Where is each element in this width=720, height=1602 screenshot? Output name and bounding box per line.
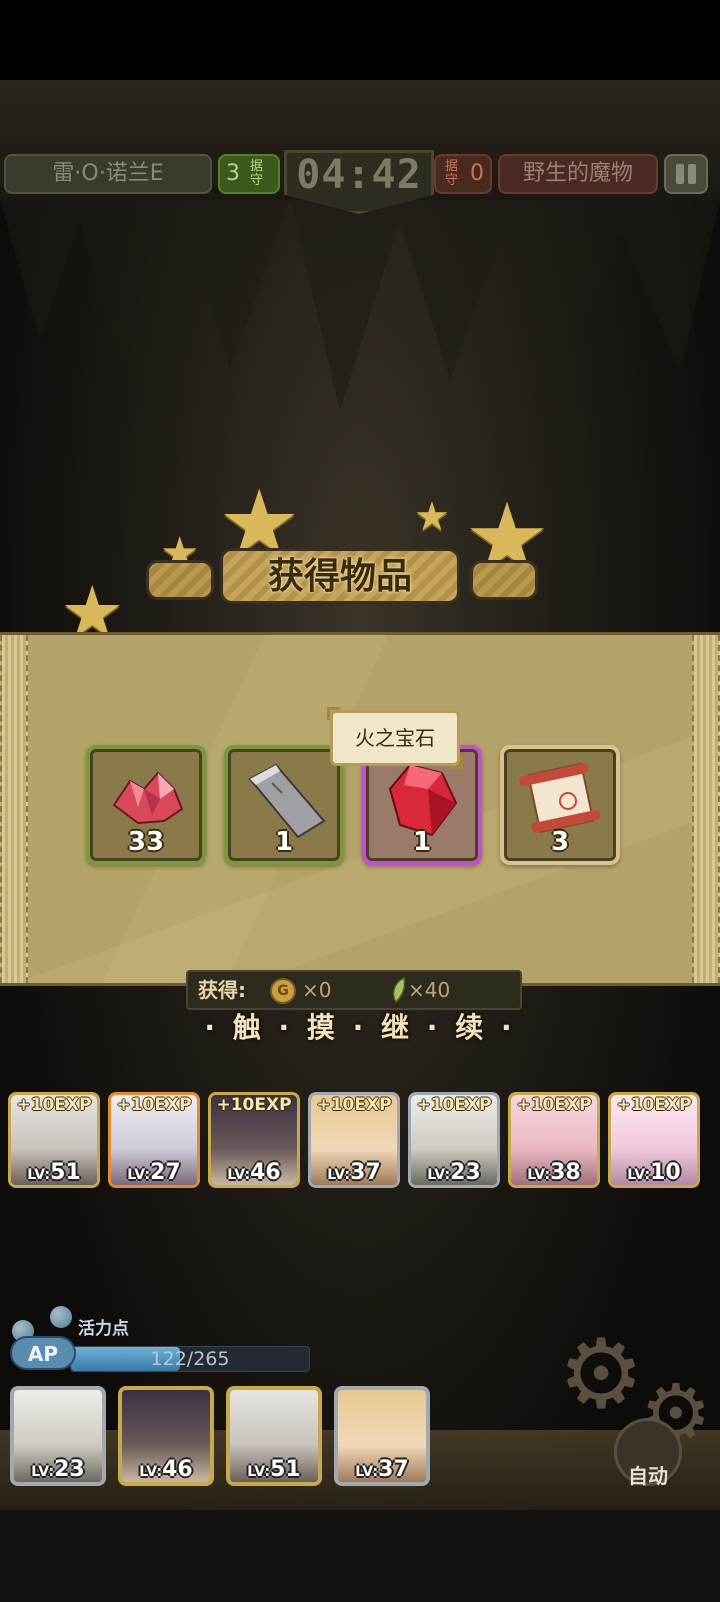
enemy-score-unit: 据守 (444, 159, 458, 188)
pink-crystal-cluster-icon (112, 771, 184, 825)
level-prefix: LV: (327, 1167, 351, 1183)
level-label: LV:51 (11, 1160, 97, 1185)
level-label: LV:37 (338, 1457, 426, 1482)
level-label: LV:23 (14, 1457, 102, 1482)
party-member: +10EXP LV:38 (508, 1092, 600, 1188)
gold-amount: ×0 (302, 978, 332, 1002)
player-score-unit: 据守 (250, 159, 264, 188)
tap-to-continue[interactable]: · 触 · 摸 · 继 · 续 · (0, 1006, 720, 1046)
level-label: LV:10 (611, 1160, 697, 1185)
level-prefix: LV: (139, 1464, 163, 1480)
level-value: 27 (150, 1160, 181, 1185)
level-label: LV:46 (211, 1160, 297, 1185)
enemy-team-name: 野生的魔物 (498, 154, 658, 194)
star-icon: ★ (414, 494, 450, 540)
exp-gain: +10EXP (116, 1095, 192, 1115)
exp-gain: +10EXP (416, 1095, 492, 1115)
ap-meter: 活力点 122/265 AP (10, 1306, 310, 1376)
item-count: 1 (412, 827, 432, 857)
level-value: 23 (450, 1160, 481, 1185)
level-prefix: LV: (27, 1167, 51, 1183)
level-value: 23 (54, 1457, 85, 1482)
gear-icon: ⚙ (558, 1318, 645, 1430)
exp-gain: +10EXP (16, 1095, 92, 1115)
ap-label: 活力点 (78, 1319, 129, 1339)
level-label: LV:23 (411, 1160, 497, 1185)
level-value: 46 (250, 1160, 281, 1185)
level-value: 38 (550, 1160, 581, 1185)
bubble-decoration (50, 1306, 72, 1328)
reward-title: 获得物品 (220, 548, 460, 604)
battle-screen[interactable]: 雷·O·诺兰E 3 据守 04:42 据守 0 野生的魔物 ★ ★ ★ ★ ★ … (0, 0, 720, 1602)
player-score: 3 据守 (218, 154, 280, 194)
item-tooltip: 火之宝石 (327, 707, 463, 769)
status-bar-area (0, 0, 720, 80)
auto-button[interactable]: 自动 (614, 1418, 682, 1488)
level-prefix: LV: (355, 1464, 379, 1480)
party-member: +10EXP LV:51 (8, 1092, 100, 1188)
battle-timer: 04:42 (296, 152, 422, 198)
ap-value: 122/265 (150, 1348, 230, 1370)
reward-summary: 获得: G ×0 ×40 (186, 970, 522, 1010)
level-label: LV:27 (111, 1160, 197, 1185)
party-member: +10EXP LV:23 (408, 1092, 500, 1188)
item-count: 3 (550, 827, 570, 857)
battle-hud: 雷·O·诺兰E 3 据守 04:42 据守 0 野生的魔物 (0, 150, 720, 214)
ap-badge: AP (10, 1336, 76, 1370)
ribbon-right-cap (470, 560, 538, 600)
item-slot-pink-crystal[interactable]: 33 (86, 745, 206, 865)
panel-left-edge (0, 635, 28, 983)
party-member: +10EXP LV:10 (608, 1092, 700, 1188)
deck-card[interactable]: LV:37 (334, 1386, 430, 1486)
ribbon-left-cap (146, 560, 214, 600)
level-label: LV:38 (511, 1160, 597, 1185)
level-value: 51 (50, 1160, 81, 1185)
party-member: +10EXP LV:46 (208, 1092, 300, 1188)
deck-card[interactable]: LV:51 (226, 1386, 322, 1486)
item-count: 33 (127, 827, 165, 857)
level-value: 10 (650, 1160, 681, 1185)
level-prefix: LV: (427, 1167, 451, 1183)
level-prefix: LV: (31, 1464, 55, 1480)
level-value: 46 (162, 1457, 193, 1482)
gold-coin-icon: G (270, 978, 296, 1004)
level-prefix: LV: (247, 1464, 271, 1480)
party-member: +10EXP LV:27 (108, 1092, 200, 1188)
panel-right-edge (692, 635, 720, 983)
reward-label: 获得: (198, 978, 246, 1002)
player-score-value: 3 (226, 161, 240, 186)
exp-gain: +10EXP (516, 1095, 592, 1115)
level-label: LV:46 (122, 1457, 210, 1482)
reward-title-ribbon: 获得物品 (146, 548, 546, 610)
level-value: 51 (270, 1457, 301, 1482)
pause-button[interactable] (664, 154, 708, 194)
level-prefix: LV: (527, 1167, 551, 1183)
exp-gain: +10EXP (216, 1095, 292, 1115)
level-prefix: LV: (227, 1167, 251, 1183)
deck-card[interactable]: LV:23 (10, 1386, 106, 1486)
leaf-icon (392, 976, 406, 1004)
level-prefix: LV: (127, 1167, 151, 1183)
leaf-amount: ×40 (408, 978, 451, 1002)
item-slot-scroll[interactable]: 3 (500, 745, 620, 865)
exp-gain: +10EXP (316, 1095, 392, 1115)
bottom-area (0, 1510, 720, 1602)
enemy-score: 据守 0 (434, 154, 492, 194)
item-slot-iron-bar[interactable]: 1 (224, 745, 344, 865)
party-exp-row: +10EXP LV:51 +10EXP LV:27 +10EXP LV:46 +… (8, 1092, 712, 1190)
player-team-name: 雷·O·诺兰E (4, 154, 212, 194)
stalactites-decoration (0, 200, 720, 410)
exp-gain: +10EXP (616, 1095, 692, 1115)
level-label: LV:37 (311, 1160, 397, 1185)
item-count: 1 (274, 827, 294, 857)
enemy-score-value: 0 (470, 161, 484, 186)
level-label: LV:51 (230, 1457, 318, 1482)
party-member: +10EXP LV:37 (308, 1092, 400, 1188)
level-value: 37 (350, 1160, 381, 1185)
level-value: 37 (378, 1457, 409, 1482)
level-prefix: LV: (627, 1167, 651, 1183)
reward-panel: 33 1 1 3 (0, 632, 720, 986)
deck-card[interactable]: LV:46 (118, 1386, 214, 1486)
